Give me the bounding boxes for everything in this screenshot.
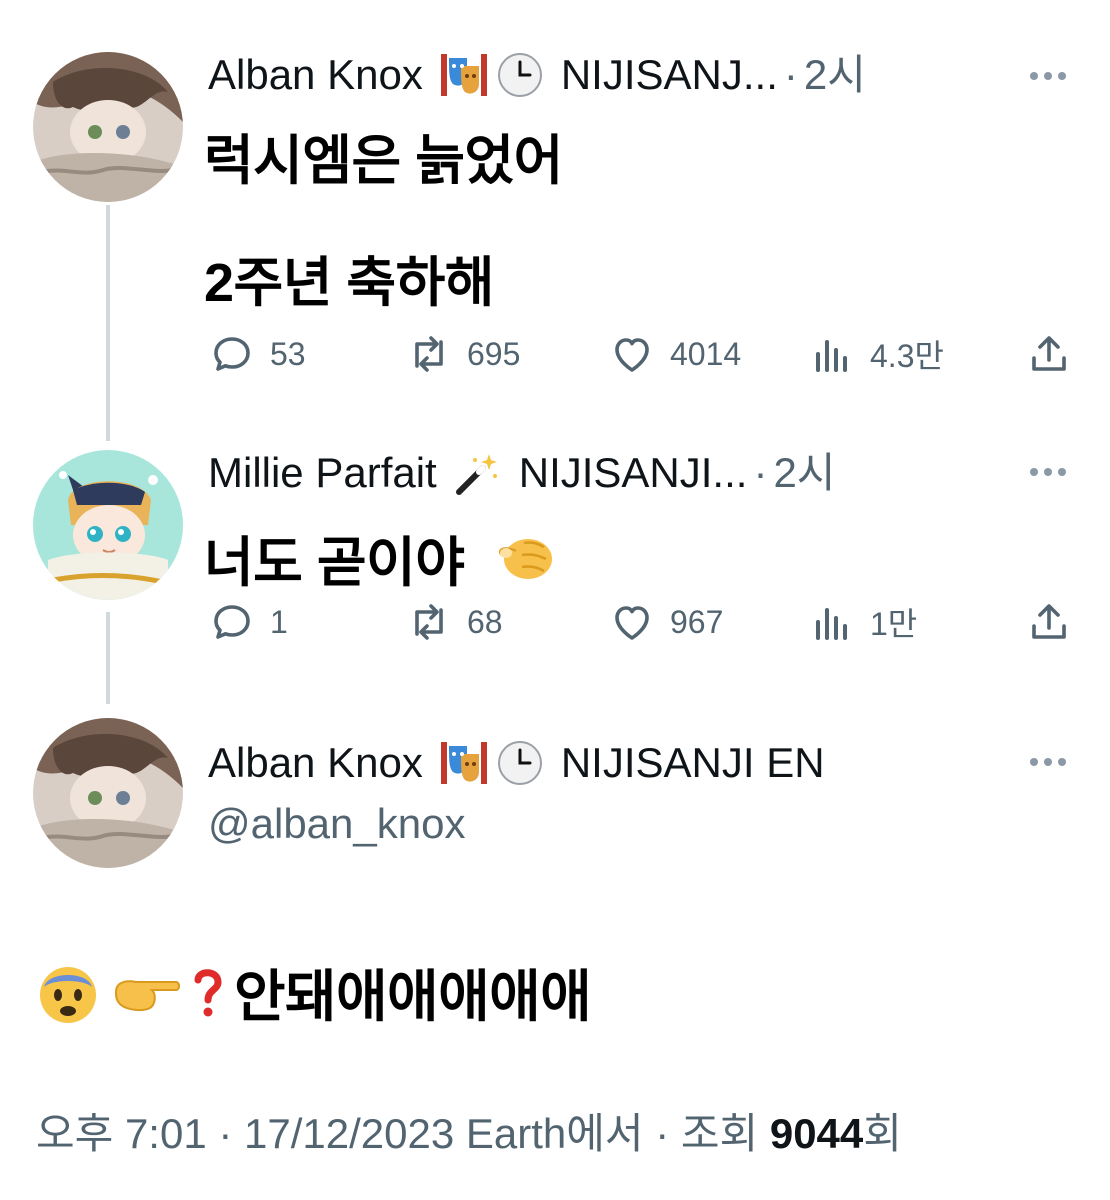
avatar-alban[interactable]: [33, 718, 183, 868]
heart-icon: [615, 338, 649, 372]
views-button[interactable]: 4.3만: [808, 330, 944, 378]
org-name: NIJISANJI EN: [560, 739, 825, 786]
like-button[interactable]: 967: [608, 598, 723, 646]
author-name[interactable]: Alban Knox: [208, 738, 423, 788]
red-question-mark-icon: [192, 966, 224, 1020]
tweet-1-text-line-2: 2주년 축하해: [204, 253, 494, 313]
tweet-2-text: 너도 곧이야: [204, 533, 465, 593]
clock-icon: [497, 52, 543, 98]
view-count: 1만: [870, 606, 918, 642]
timestamp[interactable]: 2시: [773, 448, 835, 498]
reply-count: 53: [270, 335, 306, 372]
view-count: 4.3만: [870, 338, 944, 374]
more-options-icon[interactable]: [1030, 72, 1066, 80]
author-handle[interactable]: @alban_knox: [208, 800, 465, 848]
analytics-icon: [816, 340, 847, 372]
separator: ·: [783, 51, 798, 98]
org-name: NIJISANJ...: [560, 51, 778, 98]
meta-prefix: 오후 7:01 · 17/12/2023 Earth에서 · 조회: [36, 1110, 770, 1157]
main-tweet-text: 안돼애애애애애: [234, 965, 592, 1028]
author-name[interactable]: Millie Parfait: [208, 448, 437, 498]
clock-icon: [497, 740, 543, 786]
heart-icon: [615, 606, 649, 640]
tweet-2-header: Millie Parfait NIJISANJI... · 2시: [208, 448, 835, 498]
tweet-meta: 오후 7:01 · 17/12/2023 Earth에서 · 조회 9044회: [36, 1100, 902, 1161]
share-icon: [1032, 604, 1066, 639]
share-icon: [1032, 336, 1066, 371]
avatar-millie[interactable]: [33, 450, 183, 600]
meta-suffix: 회: [863, 1110, 902, 1157]
tweet-1-header: Alban Knox NIJISANJ... · 2시: [208, 50, 866, 100]
main-tweet-header: Alban Knox NIJISANJI EN: [208, 738, 825, 788]
like-count: 967: [670, 603, 724, 640]
tweet-1-text-line-1: 럭시엠은 늙었어: [204, 131, 563, 191]
fearful-face-icon: [36, 961, 100, 1025]
reply-button[interactable]: 1: [208, 598, 288, 646]
retweet-count: 695: [467, 335, 521, 372]
thread-line: [106, 205, 110, 441]
like-button[interactable]: 4014: [608, 330, 741, 378]
retweet-icon: [415, 336, 443, 372]
like-count: 4014: [670, 335, 742, 372]
retweet-button[interactable]: 695: [405, 330, 520, 378]
retweet-icon: [415, 604, 443, 640]
performing-arts-icon: [439, 740, 489, 786]
main-tweet-text-row: 안돼애애애애애: [36, 952, 592, 1033]
views-button[interactable]: 1만: [808, 598, 917, 646]
retweet-count: 68: [467, 603, 503, 640]
tweet-2-text-row: 너도 곧이야: [204, 518, 560, 597]
backhand-index-right-icon: [112, 970, 182, 1016]
pointing-at-viewer-icon: [494, 529, 556, 587]
avatar-alban[interactable]: [33, 52, 183, 202]
more-options-icon[interactable]: [1030, 758, 1066, 766]
separator: ·: [753, 449, 768, 496]
reply-icon: [214, 337, 250, 371]
reply-count: 1: [270, 603, 288, 640]
performing-arts-icon: [439, 52, 489, 98]
reply-icon: [214, 605, 250, 639]
share-button[interactable]: [1025, 598, 1073, 646]
author-name[interactable]: Alban Knox: [208, 50, 423, 100]
thread-line: [106, 612, 110, 704]
analytics-icon: [816, 608, 847, 640]
more-options-icon[interactable]: [1030, 468, 1066, 476]
reply-button[interactable]: 53: [208, 330, 306, 378]
share-button[interactable]: [1025, 330, 1073, 378]
timestamp[interactable]: 2시: [804, 50, 866, 100]
view-count-total[interactable]: 9044: [770, 1110, 863, 1157]
org-name: NIJISANJI...: [518, 449, 748, 496]
magic-wand-icon: [453, 450, 501, 496]
retweet-button[interactable]: 68: [405, 598, 503, 646]
